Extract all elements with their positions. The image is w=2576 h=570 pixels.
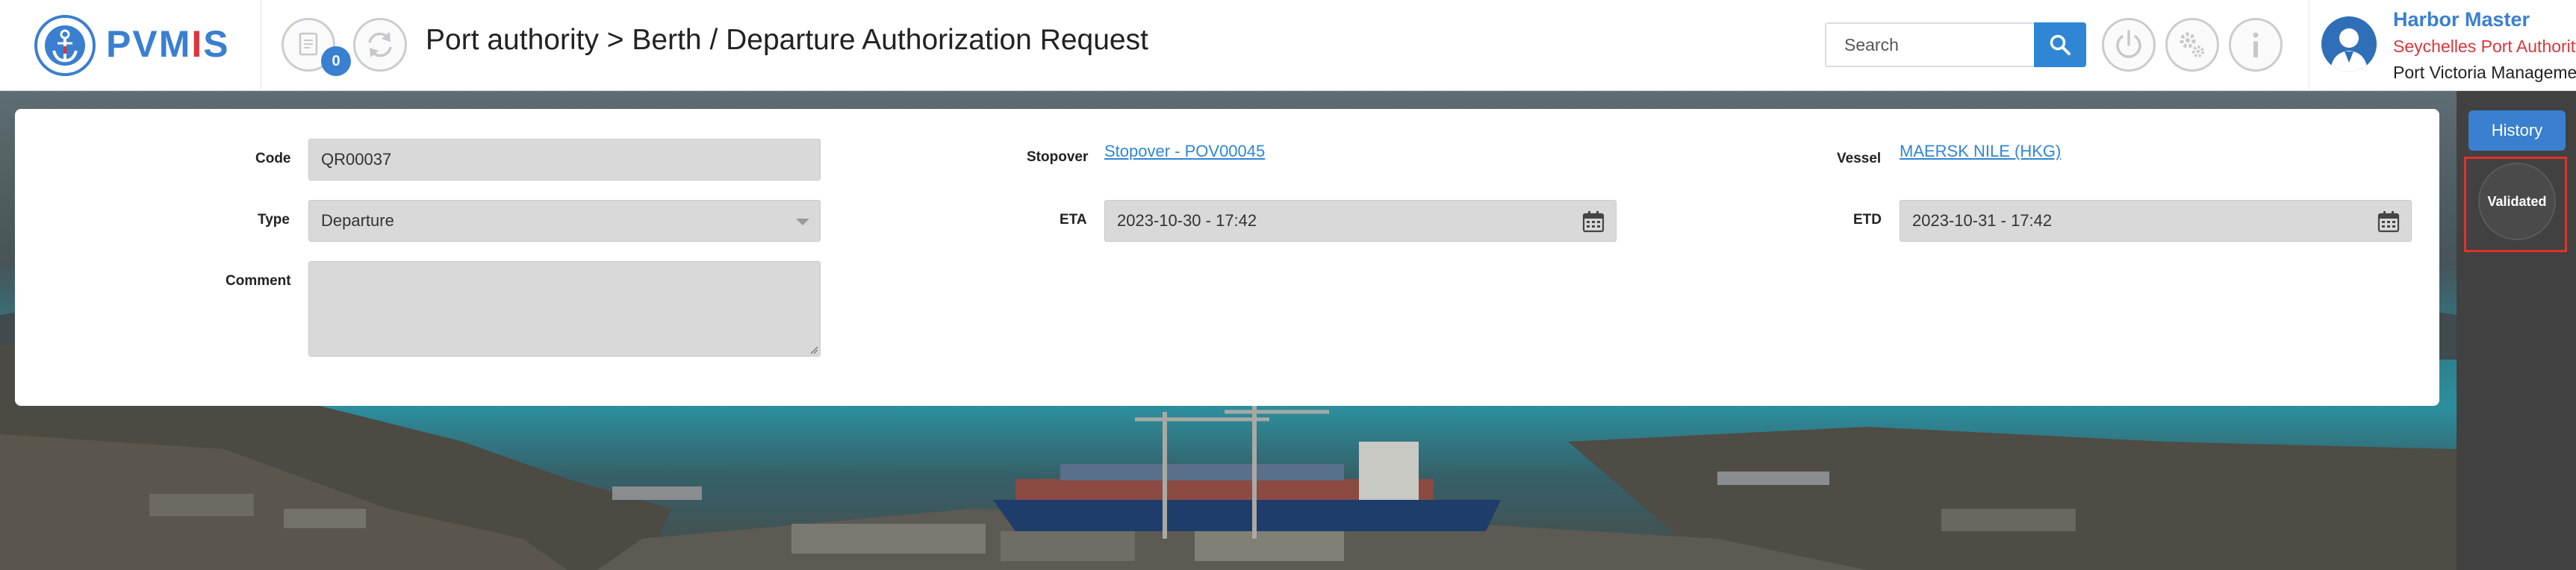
code-field[interactable]: QR00037 [308, 139, 821, 181]
stopover-link[interactable]: Stopover - POV00045 [1104, 142, 1265, 161]
page-title: Port authority > Berth / Departure Autho… [426, 24, 1148, 56]
search-input[interactable] [1825, 22, 2034, 67]
anchor-logo-icon [34, 15, 96, 76]
etd-date-field[interactable]: 2023-10-31 - 17:42 [1900, 200, 2412, 242]
eta-date-field[interactable]: 2023-10-30 - 17:42 [1104, 200, 1617, 242]
eta-value: 2023-10-30 - 17:42 [1117, 211, 1257, 230]
user-unit: Port Victoria Management [2393, 63, 2576, 82]
search-button[interactable] [2034, 22, 2086, 67]
vessel-link[interactable]: MAERSK NILE (HKG) [1900, 142, 2061, 161]
eta-label: ETA [1060, 212, 1087, 228]
comment-label: Comment [225, 273, 291, 289]
dropdown-arrow-icon [796, 219, 809, 225]
history-button[interactable]: History [2468, 110, 2566, 151]
user-organization: Seychelles Port Authority [2393, 37, 2576, 56]
resize-grip-icon[interactable] [809, 345, 818, 354]
type-label: Type [258, 212, 290, 228]
refresh-icon[interactable] [353, 18, 407, 72]
user-role: Harbor Master [2393, 8, 2530, 31]
etd-label: ETD [1853, 212, 1882, 228]
settings-icon[interactable] [2165, 18, 2219, 72]
status-badge[interactable]: Validated [2478, 163, 2556, 240]
stopover-label: Stopover [1027, 149, 1089, 165]
user-profile[interactable]: Harbor Master Seychelles Port Authority … [2309, 0, 2576, 91]
top-bar: PVMIS 0 Port authority > Berth / Departu… [0, 0, 2576, 91]
comment-textarea[interactable] [308, 261, 821, 357]
type-select[interactable]: Departure [308, 200, 821, 242]
calendar-icon[interactable] [2377, 210, 2401, 234]
etd-value: 2023-10-31 - 17:42 [1912, 211, 2053, 230]
calendar-icon[interactable] [1581, 210, 1605, 234]
authorization-form-card: Code QR00037 Type Departure Comment Stop… [15, 109, 2439, 406]
avatar [2321, 16, 2377, 72]
notification-count-badge[interactable]: 0 [321, 46, 351, 76]
code-label: Code [255, 151, 291, 166]
info-icon[interactable] [2229, 18, 2283, 72]
type-select-value: Departure [321, 211, 394, 230]
power-icon[interactable] [2102, 18, 2156, 72]
logo-text: PVMIS [106, 23, 230, 65]
search-icon [2050, 34, 2071, 55]
logo[interactable]: PVMIS [0, 0, 261, 91]
vessel-label: Vessel [1837, 151, 1882, 166]
